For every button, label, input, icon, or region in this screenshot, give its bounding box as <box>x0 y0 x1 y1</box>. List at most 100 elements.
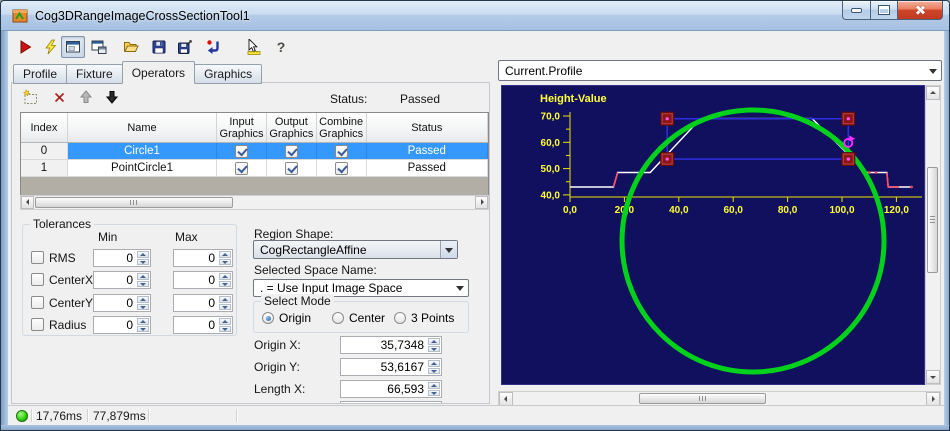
delete-operator-button[interactable] <box>49 87 69 107</box>
origin-x-spinner-value[interactable]: 35,7348 <box>341 337 427 353</box>
length-y-spinner[interactable]: 15,3527 <box>340 401 442 403</box>
tolerance-max-spinner[interactable]: 0 <box>173 249 233 267</box>
graphics-checkbox[interactable] <box>284 144 298 158</box>
spinner-down-icon[interactable] <box>137 258 149 265</box>
scroll-thumb[interactable] <box>35 197 233 208</box>
spinner-down-icon[interactable] <box>137 325 149 332</box>
profile-selector-combo[interactable]: Current.Profile <box>498 60 942 81</box>
tab-graphics[interactable]: Graphics <box>194 64 263 84</box>
open-file-button[interactable] <box>119 36 143 58</box>
spinner-down-icon[interactable] <box>219 303 231 310</box>
tolerance-min-spinner-value[interactable]: 0 <box>94 250 136 266</box>
spinner-down-icon[interactable] <box>428 367 440 374</box>
tolerance-min-spinner[interactable]: 0 <box>93 271 151 289</box>
chevron-down-icon[interactable] <box>440 241 457 258</box>
radio-center[interactable]: Center <box>332 311 385 325</box>
tolerance-min-spinner-value[interactable]: 0 <box>94 272 136 288</box>
new-operator-button[interactable] <box>20 87 40 107</box>
scroll-right-button[interactable] <box>475 196 488 209</box>
graphics-checkbox[interactable] <box>284 161 298 175</box>
tolerance-max-spinner-value[interactable]: 0 <box>174 272 218 288</box>
tab-profile[interactable]: Profile <box>13 64 68 84</box>
origin-y-spinner[interactable]: 53,6167 <box>340 358 442 376</box>
column-header[interactable]: Output Graphics <box>267 113 317 142</box>
tolerance-max-spinner[interactable]: 0 <box>173 294 233 312</box>
graphics-checkbox[interactable] <box>235 144 249 158</box>
electric-run-button[interactable] <box>39 36 63 58</box>
table-hscrollbar[interactable] <box>20 195 489 210</box>
help-button[interactable]: ? <box>269 36 293 58</box>
title-bar[interactable]: Cog3DRangeImageCrossSectionTool1 <box>1 1 949 31</box>
spinner-up-icon[interactable] <box>219 273 231 280</box>
spinner-up-icon[interactable] <box>137 273 149 280</box>
scroll-down-button[interactable] <box>926 370 940 384</box>
table-row[interactable]: 0 Circle1 Passed <box>21 143 488 160</box>
plot-vscrollbar[interactable] <box>925 85 941 385</box>
graphics-checkbox[interactable] <box>334 144 348 158</box>
move-up-button[interactable] <box>76 87 96 107</box>
spinner-up-icon[interactable] <box>219 251 231 258</box>
column-header[interactable]: Input Graphics <box>217 113 267 142</box>
move-down-button[interactable] <box>102 87 122 107</box>
column-header[interactable]: Status <box>367 113 489 142</box>
spinner-down-icon[interactable] <box>137 303 149 310</box>
tolerance-max-spinner[interactable]: 0 <box>173 271 233 289</box>
tolerance-max-spinner-value[interactable]: 0 <box>174 317 218 333</box>
chevron-down-icon[interactable] <box>925 61 941 80</box>
minimize-button[interactable] <box>842 1 871 20</box>
radio-icon[interactable] <box>332 312 344 324</box>
spinner-up-icon[interactable] <box>428 360 440 367</box>
spinner-up-icon[interactable] <box>219 318 231 325</box>
scroll-right-button[interactable] <box>926 392 940 406</box>
tolerance-min-spinner-value[interactable]: 0 <box>94 317 136 333</box>
spinner-up-icon[interactable] <box>428 338 440 345</box>
scroll-left-button[interactable] <box>499 392 513 406</box>
reset-button[interactable] <box>201 36 225 58</box>
radio-icon[interactable] <box>262 312 274 324</box>
origin-y-spinner-value[interactable]: 53,6167 <box>341 359 427 375</box>
tolerance-checkbox[interactable] <box>31 318 44 331</box>
spinner-down-icon[interactable] <box>428 389 440 396</box>
table-row[interactable]: 1 PointCircle1 Passed <box>21 160 488 177</box>
tolerance-checkbox[interactable] <box>31 296 44 309</box>
tolerance-max-spinner-value[interactable]: 0 <box>174 250 218 266</box>
save-file-button[interactable] <box>147 36 171 58</box>
tolerance-max-spinner-value[interactable]: 0 <box>174 295 218 311</box>
toggle-linked-display-button[interactable] <box>87 36 111 58</box>
run-button[interactable] <box>13 36 37 58</box>
chevron-down-icon[interactable] <box>452 280 468 296</box>
radio-origin[interactable]: Origin <box>262 311 311 325</box>
spinner-up-icon[interactable] <box>137 296 149 303</box>
graphics-checkbox[interactable] <box>334 161 348 175</box>
column-header[interactable]: Combine Graphics <box>317 113 367 142</box>
length-x-spinner[interactable]: 66,593 <box>340 380 442 398</box>
tolerance-min-spinner[interactable]: 0 <box>93 294 151 312</box>
maximize-button[interactable] <box>870 1 898 20</box>
scroll-up-button[interactable] <box>926 86 940 100</box>
pointer-measure-button[interactable] <box>241 36 265 58</box>
spinner-up-icon[interactable] <box>428 382 440 389</box>
length-x-spinner-value[interactable]: 66,593 <box>341 381 427 397</box>
radio-3-points[interactable]: 3 Points <box>394 311 454 325</box>
tolerance-min-spinner[interactable]: 0 <box>93 316 151 334</box>
scroll-thumb[interactable] <box>927 167 938 273</box>
spinner-down-icon[interactable] <box>219 280 231 287</box>
scroll-left-button[interactable] <box>21 196 34 209</box>
spinner-down-icon[interactable] <box>219 258 231 265</box>
radio-icon[interactable] <box>394 312 406 324</box>
origin-x-spinner[interactable]: 35,7348 <box>340 336 442 354</box>
tolerance-checkbox[interactable] <box>31 273 44 286</box>
spinner-up-icon[interactable] <box>137 251 149 258</box>
spinner-down-icon[interactable] <box>219 325 231 332</box>
scroll-thumb[interactable] <box>639 393 766 404</box>
graphics-checkbox[interactable] <box>235 161 249 175</box>
tab-fixture[interactable]: Fixture <box>66 64 123 84</box>
tolerance-min-spinner[interactable]: 0 <box>93 249 151 267</box>
save-file-as-button[interactable] <box>173 36 197 58</box>
column-header[interactable]: Name <box>68 113 218 142</box>
spinner-down-icon[interactable] <box>137 280 149 287</box>
tolerance-checkbox[interactable] <box>31 251 44 264</box>
tolerance-max-spinner[interactable]: 0 <box>173 316 233 334</box>
spinner-up-icon[interactable] <box>219 296 231 303</box>
spinner-up-icon[interactable] <box>137 318 149 325</box>
